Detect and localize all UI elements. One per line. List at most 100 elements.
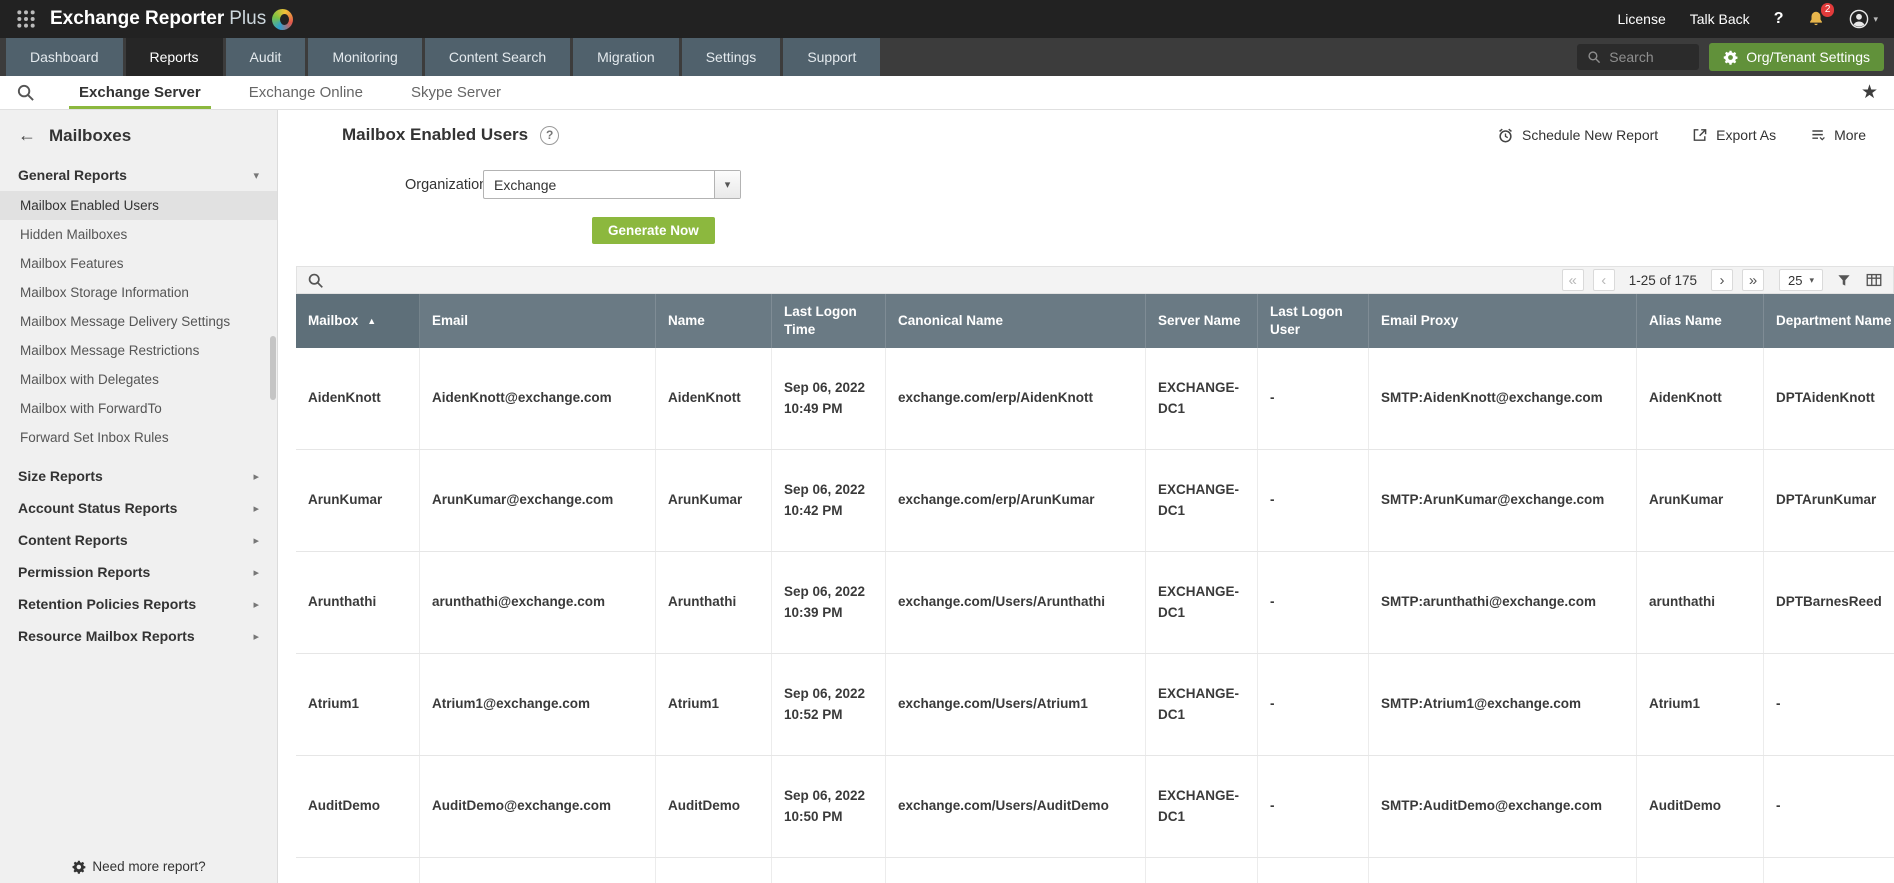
report-search-icon[interactable] [16, 83, 35, 102]
apps-grid-icon[interactable] [16, 9, 36, 29]
generate-now-button[interactable]: Generate Now [592, 217, 715, 244]
user-account-icon[interactable]: ▾ [1849, 9, 1878, 29]
sidebar-scrollbar[interactable] [270, 336, 276, 400]
export-as-button[interactable]: Export As [1692, 127, 1776, 143]
subtab-exchange-online[interactable]: Exchange Online [225, 76, 387, 109]
column-header-canonical-name[interactable]: Canonical Name [886, 294, 1146, 348]
talkback-link[interactable]: Talk Back [1690, 11, 1750, 27]
table-row[interactable]: AidenKnott AidenKnott@exchange.com Aiden… [296, 348, 1894, 450]
cell-canonical-name [886, 858, 1146, 883]
cell-mailbox: ArunKumar [296, 450, 420, 551]
cell-alias-name: AidenKnott [1637, 348, 1764, 449]
column-header-server-name[interactable]: Server Name [1146, 294, 1258, 348]
report-table-zone: « ‹ 1-25 of 175 › » 25 ▾ Mailbox ▲ Email… [296, 266, 1894, 883]
cell-name: Atrium1 [656, 654, 772, 755]
notification-bell-icon[interactable]: 2 [1807, 3, 1835, 28]
need-more-report-link[interactable]: Need more report? [71, 859, 206, 874]
sidebar-item-mailbox-storage-information[interactable]: Mailbox Storage Information [0, 278, 277, 307]
cell-last-logon-time: Sep 06, 2022 10:50 PM [772, 756, 886, 857]
schedule-new-report-button[interactable]: Schedule New Report [1497, 127, 1658, 144]
nav-tab-settings[interactable]: Settings [681, 38, 781, 76]
subtab-exchange-server[interactable]: Exchange Server [55, 76, 225, 109]
sidebar-back-header[interactable]: ← Mailboxes [0, 110, 277, 159]
more-button[interactable]: More [1810, 127, 1866, 143]
nav-tab-content-search[interactable]: Content Search [424, 38, 571, 76]
sidebar-item-mailbox-with-forwardto[interactable]: Mailbox with ForwardTo [0, 394, 277, 423]
table-row[interactable]: AuditDemo AuditDemo@exchange.com AuditDe… [296, 756, 1894, 858]
favorite-star-icon[interactable]: ★ [1861, 81, 1878, 104]
sidebar-section-account-status-reports[interactable]: Account Status Reports ▸ [0, 492, 277, 524]
nav-tab-reports[interactable]: Reports [125, 38, 223, 76]
column-label: Mailbox [308, 312, 359, 328]
column-header-department-name[interactable]: Department Name [1764, 294, 1894, 348]
cell-email: AuditDemo@exchange.com [420, 756, 656, 857]
sidebar-section-general-reports[interactable]: General Reports ▾ [0, 159, 277, 191]
sidebar-section-retention-policies-reports[interactable]: Retention Policies Reports ▸ [0, 588, 277, 620]
column-header-mailbox[interactable]: Mailbox ▲ [296, 294, 420, 348]
column-header-email-proxy[interactable]: Email Proxy [1369, 294, 1637, 348]
cell-email-proxy: SMTP:Atrium1@exchange.com [1369, 654, 1637, 755]
cell-alias-name: arunthathi [1637, 552, 1764, 653]
sidebar-item-hidden-mailboxes[interactable]: Hidden Mailboxes [0, 220, 277, 249]
cell-server-name: EXCHANGE-DC1 [1146, 348, 1258, 449]
nav-tab-support[interactable]: Support [783, 38, 881, 76]
global-search-input[interactable] [1609, 49, 1690, 65]
sidebar-item-mailbox-with-delegates[interactable]: Mailbox with Delegates [0, 365, 277, 394]
table-row-partial[interactable] [296, 858, 1894, 883]
cell-email-proxy: SMTP:ArunKumar@exchange.com [1369, 450, 1637, 551]
prev-page-button[interactable]: ‹ [1592, 269, 1615, 291]
back-arrow-icon[interactable]: ← [18, 125, 36, 146]
last-page-button[interactable]: » [1742, 269, 1764, 291]
cell-department-name: DPTAidenKnott [1764, 348, 1894, 449]
more-list-icon [1810, 127, 1826, 143]
page-size-select[interactable]: 25 ▾ [1779, 269, 1823, 291]
sidebar-section-resource-mailbox-reports[interactable]: Resource Mailbox Reports ▸ [0, 620, 277, 652]
column-header-name[interactable]: Name [656, 294, 772, 348]
organization-select[interactable]: Exchange ▾ [483, 170, 741, 199]
cell-last-logon-time: Sep 06, 2022 10:42 PM [772, 450, 886, 551]
sidebar-section-size-reports[interactable]: Size Reports ▸ [0, 460, 277, 492]
column-header-last-logon-time[interactable]: Last Logon Time [772, 294, 886, 348]
sidebar-section-content-reports[interactable]: Content Reports ▸ [0, 524, 277, 556]
sidebar-section-permission-reports[interactable]: Permission Reports ▸ [0, 556, 277, 588]
nav-tab-monitoring[interactable]: Monitoring [308, 38, 422, 76]
org-tenant-settings-button[interactable]: Org/Tenant Settings [1709, 43, 1884, 71]
table-row[interactable]: Arunthathi arunthathi@exchange.com Arunt… [296, 552, 1894, 654]
sidebar-item-mailbox-message-restrictions[interactable]: Mailbox Message Restrictions [0, 336, 277, 365]
nav-tab-audit[interactable]: Audit [225, 38, 306, 76]
section-label: Resource Mailbox Reports [18, 628, 195, 644]
table-row[interactable]: ArunKumar ArunKumar@exchange.com ArunKum… [296, 450, 1894, 552]
cell-department-name [1764, 858, 1894, 883]
organization-form-row: Organization Exchange ▾ [296, 170, 1894, 199]
column-chooser-icon[interactable] [1865, 271, 1883, 289]
help-circle-icon[interactable]: ? [540, 125, 560, 145]
chevron-down-icon: ▾ [253, 169, 259, 182]
cell-email-proxy: SMTP:AuditDemo@exchange.com [1369, 756, 1637, 857]
pagination-range: 1-25 of 175 [1628, 272, 1697, 288]
sidebar-item-mailbox-message-delivery-settings[interactable]: Mailbox Message Delivery Settings [0, 307, 277, 336]
nav-tab-dashboard[interactable]: Dashboard [6, 38, 123, 76]
license-link[interactable]: License [1618, 11, 1666, 27]
column-header-email[interactable]: Email [420, 294, 656, 348]
global-search-box[interactable] [1577, 44, 1700, 70]
cell-name: AuditDemo [656, 756, 772, 857]
next-page-button[interactable]: › [1711, 269, 1733, 291]
sort-asc-icon[interactable]: ▲ [367, 315, 376, 327]
column-header-last-logon-user[interactable]: Last Logon User [1258, 294, 1369, 348]
sidebar-item-mailbox-features[interactable]: Mailbox Features [0, 249, 277, 278]
sidebar-item-forward-set-inbox-rules[interactable]: Forward Set Inbox Rules [0, 423, 277, 452]
filter-icon[interactable] [1836, 272, 1852, 288]
first-page-button[interactable]: « [1561, 269, 1584, 291]
table-search-icon[interactable] [307, 272, 324, 289]
cell-department-name: - [1764, 756, 1894, 857]
cell-last-logon-time: Sep 06, 2022 10:52 PM [772, 654, 886, 755]
table-row[interactable]: Atrium1 Atrium1@exchange.com Atrium1 Sep… [296, 654, 1894, 756]
section-label: Permission Reports [18, 564, 151, 580]
sidebar-item-mailbox-enabled-users[interactable]: Mailbox Enabled Users [0, 191, 277, 220]
column-header-alias-name[interactable]: Alias Name [1637, 294, 1764, 348]
cell-email: ArunKumar@exchange.com [420, 450, 656, 551]
nav-tab-migration[interactable]: Migration [573, 38, 679, 76]
subtab-skype-server[interactable]: Skype Server [387, 76, 525, 109]
cell-name: ArunKumar [656, 450, 772, 551]
help-icon[interactable]: ? [1774, 10, 1784, 28]
